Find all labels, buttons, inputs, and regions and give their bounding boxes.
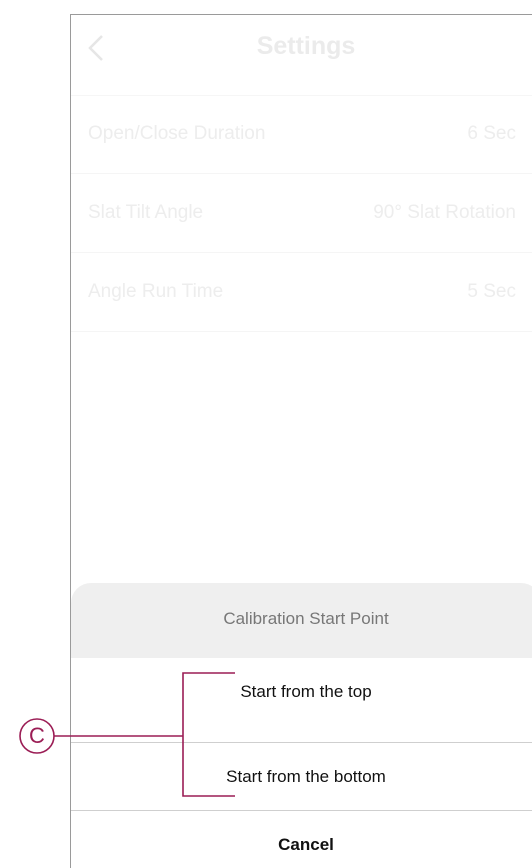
option-label: Start from the bottom (226, 767, 386, 786)
setting-row-open-close-duration[interactable]: Open/Close Duration 6 Sec (71, 95, 532, 174)
setting-value: 5 Sec (467, 281, 516, 302)
option-label: Start from the top (240, 682, 372, 701)
settings-screen-dimmed: Settings Open/Close Duration 6 Sec Slat … (71, 15, 532, 868)
setting-label: Slat Tilt Angle (88, 202, 204, 223)
setting-value: 6 Sec (467, 123, 516, 144)
cancel-label: Cancel (278, 835, 334, 854)
nav-bar: Settings (71, 15, 532, 96)
start-from-top-option[interactable]: Start from the top (71, 658, 532, 728)
page-title: Settings (256, 32, 356, 60)
screenshot-canvas: Settings Open/Close Duration 6 Sec Slat … (0, 0, 532, 868)
setting-label: Open/Close Duration (88, 123, 266, 144)
callout-letter: C (29, 723, 45, 748)
setting-value: 90° Slat Rotation (373, 202, 516, 223)
setting-row-angle-run-time[interactable]: Angle Run Time 5 Sec (71, 253, 532, 332)
phone-screen: Settings Open/Close Duration 6 Sec Slat … (70, 14, 532, 868)
setting-label: Angle Run Time (88, 281, 224, 302)
action-sheet-title: Calibration Start Point (223, 609, 389, 628)
start-from-bottom-option[interactable]: Start from the bottom (71, 743, 532, 813)
cancel-button[interactable]: Cancel (71, 811, 532, 868)
setting-row-slat-tilt-angle[interactable]: Slat Tilt Angle 90° Slat Rotation (71, 174, 532, 253)
action-sheet-header: Calibration Start Point (71, 583, 532, 658)
